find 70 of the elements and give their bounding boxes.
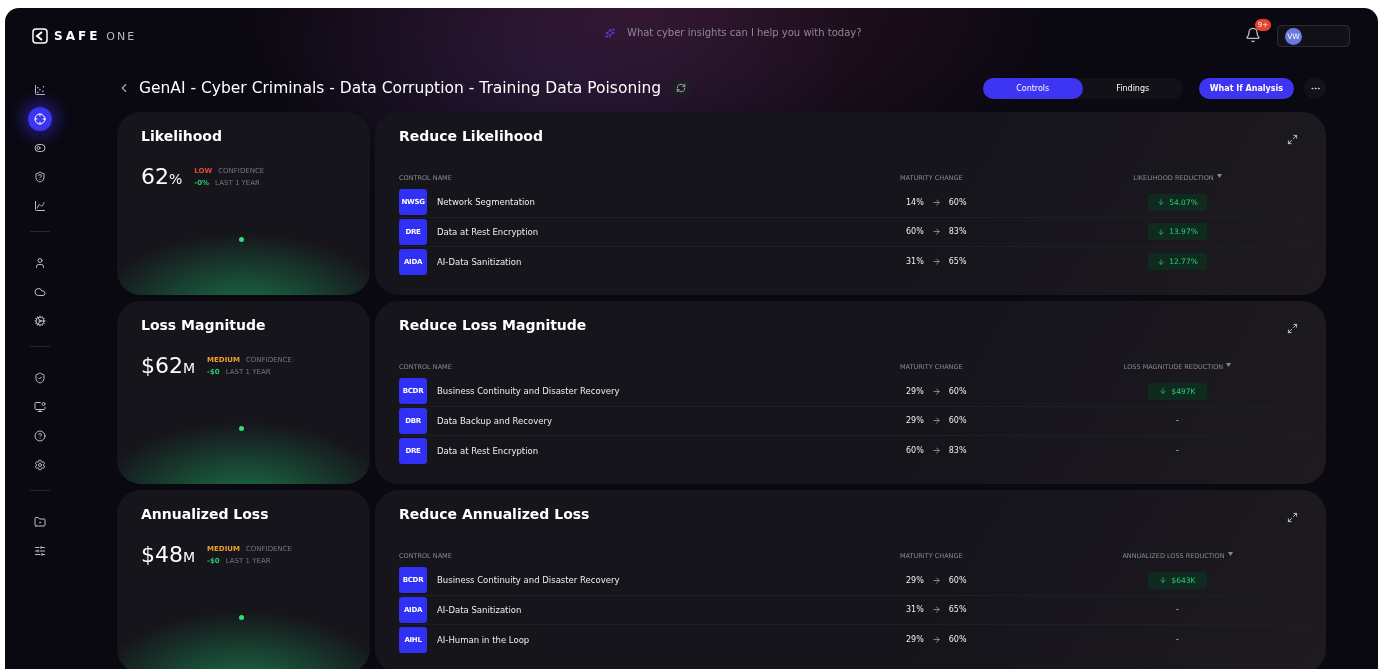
- card-title: Reduce Likelihood: [399, 128, 543, 144]
- reduction-value: -: [1176, 446, 1179, 456]
- search-field[interactable]: What cyber insights can I help you with today?: [625, 26, 955, 39]
- maturity-from: 60%: [906, 446, 924, 456]
- control-name: Business Continuity and Disaster Recovery: [437, 575, 620, 586]
- card-title: Reduce Loss Magnitude: [399, 317, 587, 333]
- what-if-button[interactable]: What If Analysis: [1198, 77, 1294, 99]
- maturity-from: 31%: [906, 605, 924, 615]
- tab[interactable]: Findings: [1082, 77, 1183, 99]
- metric-value: 62%: [141, 164, 183, 189]
- brand-name: SAFE: [54, 29, 101, 43]
- logo-icon: [32, 28, 48, 44]
- page-title: GenAI - Cyber Criminals - Data Corruption - Training Data Poisoning: [139, 79, 662, 97]
- maturity-from: 29%: [906, 386, 924, 396]
- maturity-to: 60%: [948, 386, 967, 396]
- maturity-to: 83%: [948, 446, 967, 456]
- tab[interactable]: Controls: [982, 77, 1083, 99]
- card-title: Annualized Loss: [141, 506, 269, 522]
- reduction-value: -: [1176, 635, 1179, 645]
- expand-icon[interactable]: [1287, 134, 1298, 145]
- arrow-icon: [931, 446, 941, 456]
- maturity-to: 60%: [948, 635, 967, 645]
- arrow-icon: [931, 257, 941, 267]
- arrow-icon: [931, 575, 941, 585]
- status-dot: [239, 237, 244, 242]
- maturity-to: 60%: [948, 197, 967, 207]
- control-name: Business Continuity and Disaster Recovery: [437, 386, 620, 397]
- arrow-icon: [931, 605, 941, 615]
- reduction-value: -: [1176, 605, 1179, 615]
- maturity-to: 60%: [948, 575, 967, 585]
- metric-value: $62 M: [141, 353, 196, 378]
- status-dot: [239, 426, 244, 431]
- brand-suffix: ONE: [106, 29, 137, 43]
- sparkle-icon: [605, 27, 615, 38]
- arrow-icon: [931, 386, 941, 396]
- bell-icon[interactable]: [1245, 27, 1261, 43]
- arrow-icon: [931, 197, 941, 207]
- maturity-to: 60%: [948, 416, 967, 426]
- caret-icon: [1227, 552, 1233, 556]
- maturity-from: 14%: [906, 197, 924, 207]
- target-icon[interactable]: [28, 107, 52, 131]
- control-name: Data Backup and Recovery: [437, 415, 552, 426]
- caret-icon: [1216, 174, 1222, 178]
- metric-value: $48M: [141, 542, 196, 567]
- card-title: Likelihood: [141, 128, 222, 144]
- control-name: AI-Human in the Loop: [437, 634, 530, 645]
- maturity-from: 31%: [906, 257, 924, 267]
- card-title: Reduce Annualized Loss: [399, 506, 590, 522]
- maturity-from: 29%: [906, 575, 924, 585]
- caret-icon: [1226, 363, 1232, 367]
- control-name: AI-Data Sanitization: [437, 256, 522, 267]
- control-name: AI-Data Sanitization: [437, 604, 522, 615]
- card-title: Loss Magnitude: [141, 317, 266, 333]
- expand-icon[interactable]: [1287, 512, 1298, 523]
- control-name: Network Segmentation: [437, 197, 535, 208]
- arrow-icon: [931, 416, 941, 426]
- control-name: Data at Rest Encryption: [437, 226, 539, 237]
- control-name: Data at Rest Encryption: [437, 445, 539, 456]
- arrow-icon: [931, 635, 941, 645]
- refresh-icon[interactable]: [671, 78, 692, 98]
- maturity-to: 65%: [948, 257, 967, 267]
- expand-icon[interactable]: [1287, 323, 1298, 334]
- maturity-to: 83%: [948, 227, 967, 237]
- maturity-from: 29%: [906, 635, 924, 645]
- status-dot: [239, 615, 244, 620]
- reduction-value: -: [1176, 416, 1179, 426]
- maturity-from: 29%: [906, 416, 924, 426]
- arrow-icon: [931, 227, 941, 237]
- maturity-to: 65%: [948, 605, 967, 615]
- maturity-from: 60%: [906, 227, 924, 237]
